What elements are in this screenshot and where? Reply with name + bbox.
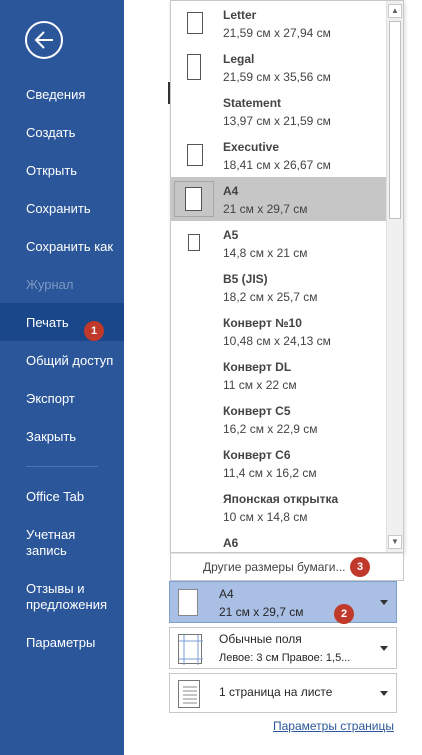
nav-share[interactable]: Общий доступ <box>0 353 124 369</box>
paper-dimensions: 16,2 см x 22,9 см <box>223 422 318 436</box>
paper-legal-icon <box>187 54 201 80</box>
paper-dimensions: 21,59 см x 35,56 см <box>223 70 331 84</box>
paper-dimensions: 14,8 см x 21 см <box>223 246 308 260</box>
nav-divider <box>26 466 98 467</box>
paper-name: Конверт C6 <box>223 448 291 462</box>
margins-dropdown[interactable]: Обычные поля Левое: 3 см Правое: 1,5... <box>169 627 397 669</box>
paper-item-a4[interactable]: A4 21 см x 29,7 см <box>171 177 387 221</box>
paper-dimensions: 18,41 см x 26,67 см <box>223 158 331 172</box>
back-button[interactable] <box>25 21 63 59</box>
paper-item-legal[interactable]: Legal 21,59 см x 35,56 см <box>171 45 387 89</box>
backstage-sidebar: Сведения Создать Открыть Сохранить Сохра… <box>0 0 124 755</box>
nav-new[interactable]: Создать <box>0 125 124 141</box>
paper-page-icon <box>178 589 198 616</box>
paper-name: Конверт C5 <box>223 404 291 418</box>
margins-name: Обычные поля <box>219 632 302 646</box>
scroll-down-icon[interactable]: ▼ <box>388 535 402 549</box>
nav-export[interactable]: Экспорт <box>0 391 124 407</box>
paper-dimensions: 21,59 см x 27,94 см <box>223 26 331 40</box>
paper-item-letter[interactable]: Letter 21,59 см x 27,94 см <box>171 1 387 45</box>
paper-name: Letter <box>223 8 257 22</box>
paper-name: A5 <box>223 228 239 242</box>
paper-dimensions: 10 см x 14,8 см <box>223 510 308 524</box>
paper-name: Statement <box>223 96 282 110</box>
nav-save[interactable]: Сохранить <box>0 201 124 217</box>
nav-print[interactable]: Печать <box>0 303 124 341</box>
paper-a5-icon <box>188 234 200 251</box>
page-lines-icon <box>178 680 200 708</box>
chevron-down-icon <box>380 646 388 651</box>
paper-item-envelope-dl[interactable]: Конверт DL 11 см x 22 см <box>171 353 387 397</box>
paper-name: Конверт DL <box>223 360 292 374</box>
pages-per-sheet-dropdown[interactable]: 1 страница на листе <box>169 673 397 713</box>
scroll-up-icon[interactable]: ▲ <box>388 4 402 18</box>
paper-a4-icon <box>185 187 202 211</box>
pages-per-sheet-label: 1 страница на листе <box>219 685 333 699</box>
paper-item-japanese-postcard[interactable]: Японская открытка 10 см x 14,8 см <box>171 485 387 529</box>
paper-item-envelope-c5[interactable]: Конверт C5 16,2 см x 22,9 см <box>171 397 387 441</box>
paper-item-executive[interactable]: Executive 18,41 см x 26,67 см <box>171 133 387 177</box>
paper-name: A4 <box>223 184 239 198</box>
scroll-thumb[interactable] <box>389 21 401 219</box>
paper-name: Конверт №10 <box>223 316 302 330</box>
paper-name: Executive <box>223 140 280 154</box>
paper-name: Японская открытка <box>223 492 339 506</box>
paper-item-envelope-10[interactable]: Конверт №10 10,48 см x 24,13 см <box>171 309 387 353</box>
paper-item-envelope-c6[interactable]: Конверт C6 11,4 см x 16,2 см <box>171 441 387 485</box>
paper-item-a6[interactable]: A6 <box>171 529 387 552</box>
paper-executive-icon <box>187 144 203 166</box>
step-badge-2: 2 <box>334 604 354 624</box>
paper-dimensions: 18,2 см x 25,7 см <box>223 290 318 304</box>
paper-item-b5[interactable]: B5 (JIS) 18,2 см x 25,7 см <box>171 265 387 309</box>
paper-item-statement[interactable]: Statement 13,97 см x 21,59 см <box>171 89 387 133</box>
nav-office-tab[interactable]: Office Tab <box>0 489 124 505</box>
step-badge-1: 1 <box>84 321 104 341</box>
paper-name: B5 (JIS) <box>223 272 268 286</box>
nav-open[interactable]: Открыть <box>0 163 124 179</box>
paper-dimensions: 11,4 см x 16,2 см <box>223 466 317 480</box>
nav-close[interactable]: Закрыть <box>0 429 124 445</box>
paper-dimensions: 11 см x 22 см <box>223 378 297 392</box>
nav-info[interactable]: Сведения <box>0 87 124 103</box>
paper-size-dropdown[interactable]: A4 21 см x 29,7 см <box>169 581 397 623</box>
nav-options[interactable]: Параметры <box>0 635 124 651</box>
paper-dimensions: 10,48 см x 24,13 см <box>223 334 331 348</box>
paper-dimensions: 21 см x 29,7 см <box>223 202 308 216</box>
back-arrow-icon <box>34 31 53 49</box>
paper-size-name: A4 <box>219 587 234 601</box>
nav-history: Журнал <box>26 277 74 292</box>
paper-size-list[interactable]: Letter 21,59 см x 27,94 см Legal 21,59 с… <box>170 0 404 553</box>
paper-size-dimensions: 21 см x 29,7 см <box>219 605 304 619</box>
paper-letter-icon <box>187 12 203 34</box>
paper-name: A6 <box>223 536 239 550</box>
margins-detail: Левое: 3 см Правое: 1,5... <box>219 652 351 664</box>
nav-feedback[interactable]: Отзывы и предложения <box>0 581 110 613</box>
nav-account[interactable]: Учетная запись <box>0 527 100 559</box>
paper-item-a5[interactable]: A5 14,8 см x 21 см <box>171 221 387 265</box>
paper-list-scrollbar[interactable]: ▲ ▼ <box>386 1 403 552</box>
paper-name: Legal <box>223 52 255 66</box>
page-setup-link[interactable]: Параметры страницы <box>273 719 394 733</box>
chevron-down-icon <box>380 600 388 605</box>
nav-save-as[interactable]: Сохранить как <box>0 239 124 255</box>
step-badge-3: 3 <box>350 557 370 577</box>
margins-icon <box>178 634 203 665</box>
chevron-down-icon <box>380 691 388 696</box>
paper-dimensions: 13,97 см x 21,59 см <box>223 114 331 128</box>
